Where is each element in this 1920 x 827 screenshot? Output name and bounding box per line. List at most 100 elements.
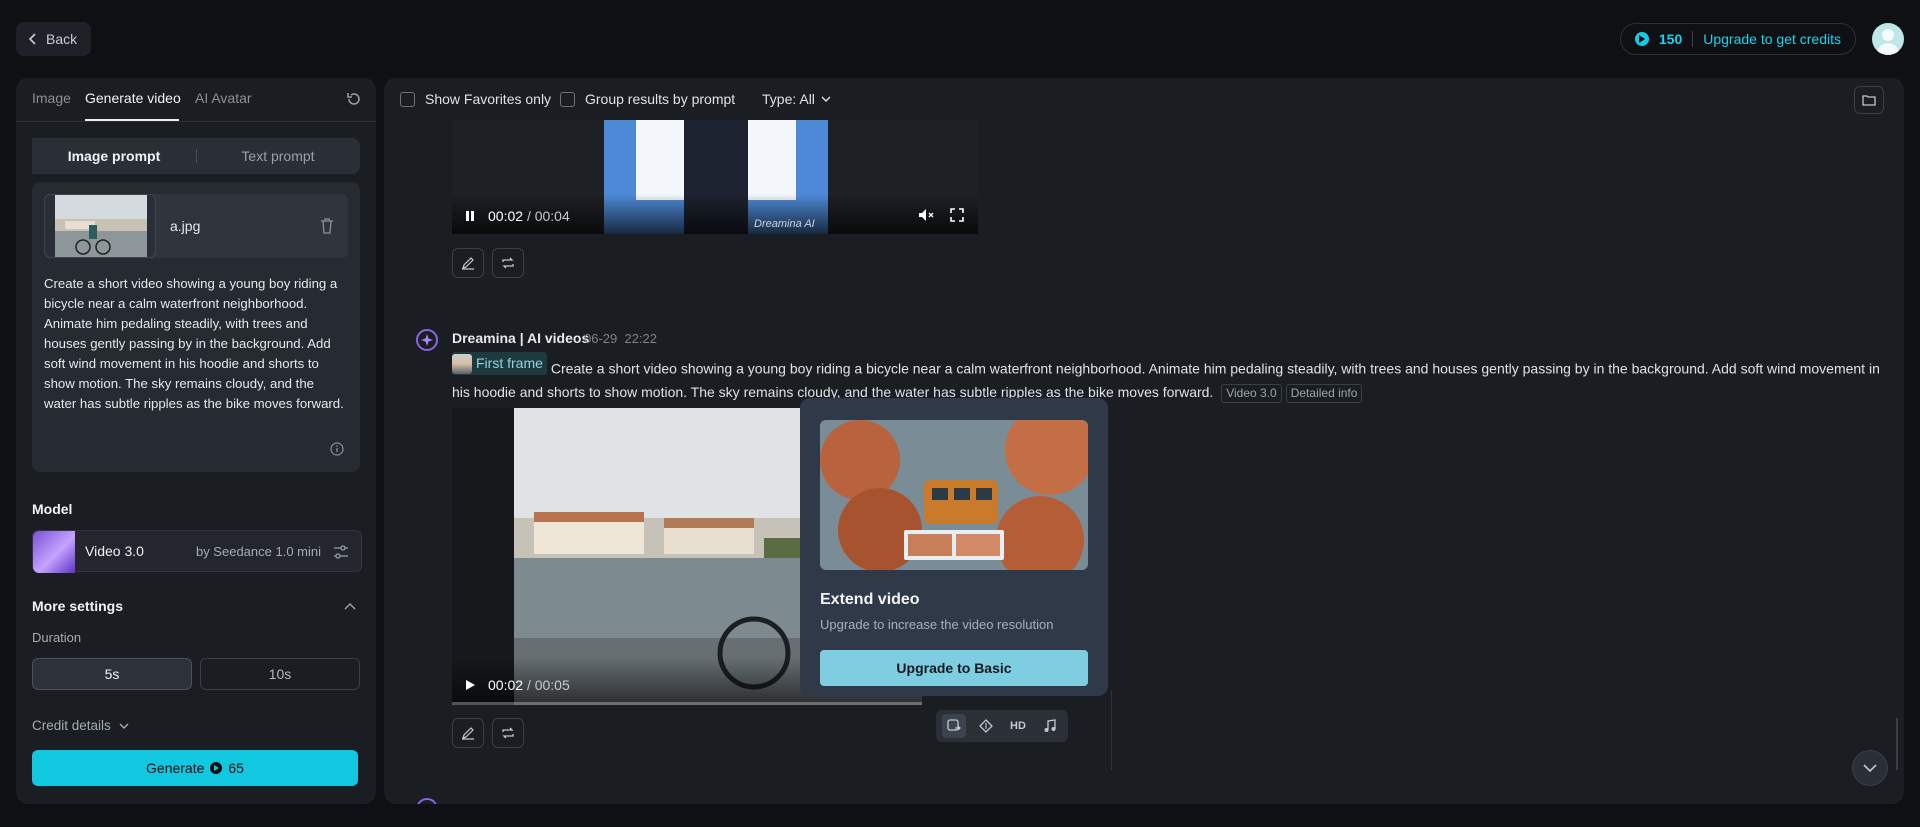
upgrade-to-basic-button[interactable]: Upgrade to Basic bbox=[820, 650, 1088, 686]
entry-prompt-text: Create a short video showing a young boy… bbox=[452, 360, 1880, 400]
play-icon[interactable] bbox=[464, 679, 476, 691]
divider-line bbox=[1111, 690, 1112, 770]
trash-icon[interactable] bbox=[320, 218, 334, 234]
thumbnail-scene bbox=[55, 195, 147, 257]
dreamina-avatar bbox=[416, 329, 438, 351]
generate-label: Generate bbox=[146, 760, 205, 776]
first-frame-thumbnail bbox=[452, 353, 472, 374]
info-icon[interactable] bbox=[330, 442, 344, 456]
sparkle-icon bbox=[421, 334, 433, 346]
video-2-progress[interactable] bbox=[452, 702, 922, 705]
credits-pill[interactable]: 150 Upgrade to get credits bbox=[1619, 23, 1856, 55]
tab-generate-video[interactable]: Generate video bbox=[85, 90, 181, 106]
sliders-icon[interactable] bbox=[333, 544, 349, 560]
tab-ai-avatar[interactable]: AI Avatar bbox=[195, 90, 252, 106]
mode-tabs: Image Generate video AI Avatar bbox=[16, 78, 376, 122]
type-filter-label: Type: All bbox=[762, 91, 815, 107]
video-player-1[interactable]: 00:02 / 00:04 Dreamina AI bbox=[452, 120, 978, 234]
popup-subtitle: Upgrade to increase the video resolution bbox=[820, 617, 1054, 632]
left-panel: Image Generate video AI Avatar Image pro… bbox=[16, 78, 376, 804]
text-prompt-toggle[interactable]: Text prompt bbox=[196, 138, 360, 174]
favorites-filter[interactable]: Show Favorites only bbox=[400, 91, 551, 107]
entry-date: 06-29 bbox=[584, 331, 618, 346]
interpolate-tool[interactable] bbox=[974, 714, 998, 738]
folder-button[interactable] bbox=[1854, 86, 1884, 114]
video-tools: HD bbox=[936, 710, 1068, 742]
more-settings-title[interactable]: More settings bbox=[32, 598, 123, 614]
repeat-icon bbox=[502, 257, 514, 269]
video-1-controls: 00:02 / 00:04 Dreamina AI bbox=[452, 194, 978, 234]
first-frame-chip[interactable]: First frame bbox=[452, 352, 547, 375]
scrollbar[interactable] bbox=[1896, 718, 1898, 770]
entry-time-value: 22:22 bbox=[624, 331, 658, 346]
credit-details-label: Credit details bbox=[32, 718, 111, 733]
audio-tool[interactable] bbox=[1038, 714, 1062, 738]
music-note-icon bbox=[1044, 719, 1056, 732]
duration-5s-button[interactable]: 5s bbox=[32, 658, 192, 690]
model-provider: by Seedance 1.0 mini bbox=[195, 544, 321, 559]
image-prompt-toggle[interactable]: Image prompt bbox=[32, 138, 196, 174]
prompt-box: a.jpg Create a short video showing a you… bbox=[32, 182, 360, 472]
entry-author: Dreamina | AI videos bbox=[452, 330, 590, 346]
diamond-icon bbox=[979, 719, 993, 733]
avatar-body bbox=[1877, 43, 1899, 55]
model-thumbnail bbox=[33, 531, 75, 573]
first-frame-label: First frame bbox=[476, 355, 543, 371]
back-label: Back bbox=[46, 31, 78, 47]
chevron-up-icon[interactable] bbox=[344, 602, 356, 610]
regenerate-button-2[interactable] bbox=[492, 718, 524, 748]
prompt-textarea[interactable]: Create a short video showing a young boy… bbox=[44, 274, 348, 414]
video-2-time: 00:02 / 00:05 bbox=[488, 677, 570, 693]
scroll-down-button[interactable] bbox=[1852, 750, 1888, 786]
avatar-head bbox=[1882, 29, 1894, 41]
pause-icon[interactable] bbox=[464, 210, 476, 222]
credit-details-toggle[interactable]: Credit details bbox=[32, 718, 129, 733]
model-name: Video 3.0 bbox=[85, 543, 144, 559]
video-2-total: / 00:05 bbox=[526, 677, 570, 693]
video-2-current: 00:02 bbox=[488, 677, 524, 693]
mute-icon[interactable] bbox=[918, 208, 934, 222]
extend-video-preview bbox=[820, 420, 1088, 570]
extend-icon bbox=[947, 719, 961, 731]
edit-button[interactable] bbox=[452, 248, 484, 278]
upgrade-credits-link[interactable]: Upgrade to get credits bbox=[1703, 31, 1841, 47]
credits-count: 150 bbox=[1658, 31, 1683, 47]
hd-upscale-tool[interactable]: HD bbox=[1006, 714, 1030, 738]
regenerate-button[interactable] bbox=[492, 248, 524, 278]
pencil-icon bbox=[462, 257, 474, 270]
chevron-down-icon bbox=[1863, 764, 1877, 772]
popup-title: Extend video bbox=[820, 591, 920, 608]
video-1-time: 00:02 / 00:04 bbox=[488, 208, 570, 224]
tab-image[interactable]: Image bbox=[32, 90, 71, 106]
extend-video-popup: Extend video Upgrade to increase the vid… bbox=[800, 398, 1108, 696]
group-checkbox[interactable] bbox=[560, 91, 575, 107]
video-1-total: / 00:04 bbox=[526, 208, 570, 224]
uploaded-image-thumbnail[interactable] bbox=[44, 194, 156, 258]
back-button[interactable]: Back bbox=[16, 22, 92, 56]
generate-cost: 65 bbox=[228, 760, 244, 776]
edit-button-2[interactable] bbox=[452, 718, 484, 748]
reset-icon[interactable] bbox=[346, 91, 362, 107]
entry-timestamp: 06-29 22:22 bbox=[584, 331, 657, 346]
duration-10s-button[interactable]: 10s bbox=[200, 658, 360, 690]
detailed-info-tag[interactable]: Detailed info bbox=[1285, 383, 1363, 403]
entry-prompt: First frame Create a short video showing… bbox=[452, 352, 1892, 404]
model-selector[interactable]: Video 3.0 by Seedance 1.0 mini bbox=[32, 530, 362, 573]
credit-coin-icon bbox=[1634, 32, 1649, 46]
video-1-current: 00:02 bbox=[488, 208, 524, 224]
active-tab-underline bbox=[85, 119, 179, 121]
favorites-checkbox[interactable] bbox=[400, 91, 415, 107]
pencil-icon bbox=[462, 727, 474, 740]
folder-icon bbox=[1862, 95, 1876, 106]
fullscreen-icon[interactable] bbox=[950, 208, 964, 222]
extend-video-tool[interactable] bbox=[942, 714, 966, 738]
user-avatar[interactable] bbox=[1872, 23, 1904, 55]
type-filter-dropdown[interactable]: Type: All bbox=[762, 91, 831, 107]
group-filter[interactable]: Group results by prompt bbox=[560, 91, 735, 107]
chevron-down-icon bbox=[119, 723, 129, 729]
uploaded-file: a.jpg bbox=[44, 194, 348, 258]
favorites-label: Show Favorites only bbox=[425, 91, 552, 107]
prompt-mode-switch: Image prompt Text prompt bbox=[32, 138, 360, 174]
next-entry-avatar bbox=[416, 798, 438, 804]
generate-button[interactable]: Generate 65 bbox=[32, 750, 358, 786]
